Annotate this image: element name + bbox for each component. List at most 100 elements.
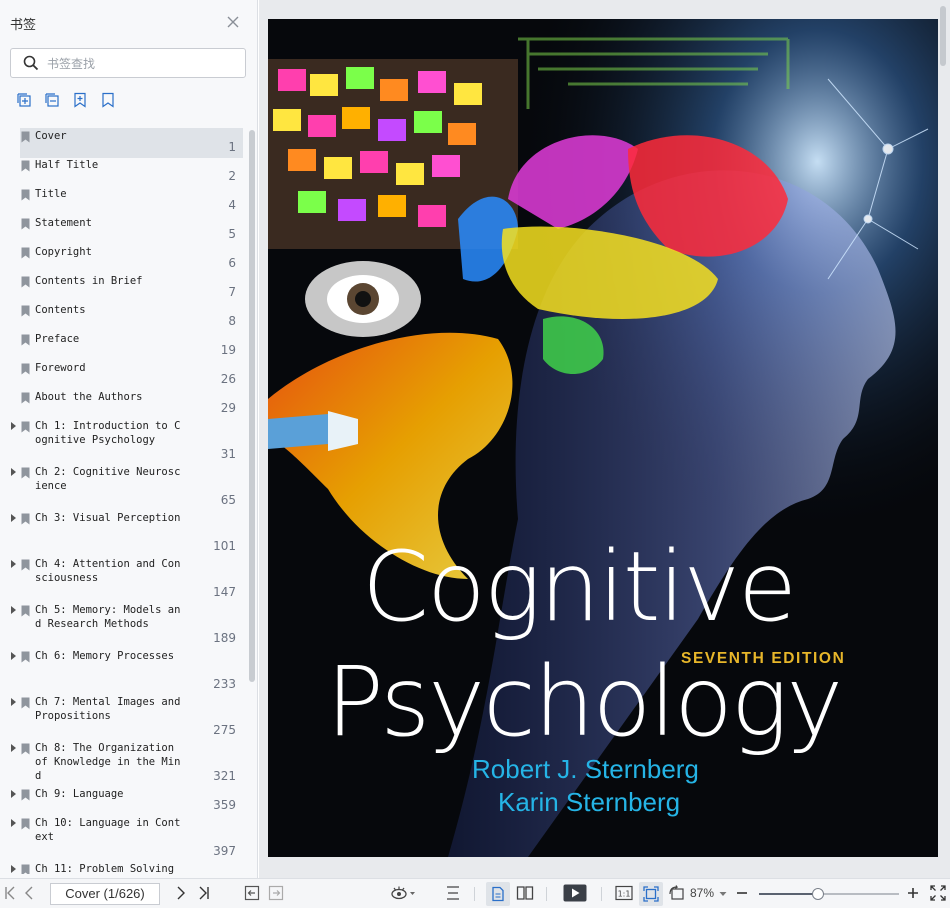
expand-arrow-icon[interactable] [11,560,16,568]
bookmark-item[interactable]: Ch 3: Visual Perception 101 [0,510,244,556]
prev-page-icon[interactable] [24,885,34,901]
bookmark-flag-icon [21,467,30,479]
bookmark-flag-icon [21,363,30,375]
bookmark-page-number: 397 [213,844,236,858]
bookmark-item[interactable]: Ch 2: Cognitive Neuroscience 65 [0,464,244,510]
bookmark-item[interactable]: Copyright 6 [0,244,244,273]
bookmark-page-number: 101 [213,539,236,553]
bookmark-title: Preface [35,333,80,345]
bookmark-item[interactable]: Ch 1: Introduction to Cognitive Psycholo… [0,418,244,464]
bookmark-item[interactable]: Title 4 [0,186,244,215]
back-icon[interactable] [244,885,260,901]
bookmark-title: Ch 2: Cognitive Neuroscience [35,466,181,492]
toolbar-divider [546,887,547,901]
bookmark-title: Ch 6: Memory Processes [35,650,175,662]
cover-title-line1: Cognitive [362,531,797,643]
expand-arrow-icon[interactable] [11,819,16,827]
bookmark-title: Ch 3: Visual Perception [35,512,181,524]
bookmark-flag-icon [21,276,30,288]
expand-arrow-icon[interactable] [11,606,16,614]
zoom-slider-handle[interactable] [811,888,824,900]
expand-all-icon[interactable] [16,92,32,108]
bookmark-flag-icon [21,559,30,571]
bookmark-page-number: 26 [220,372,236,386]
forward-icon[interactable] [268,885,284,901]
expand-arrow-icon[interactable] [11,790,16,798]
expand-arrow-icon[interactable] [11,652,16,660]
bookmark-icon[interactable] [100,92,116,108]
toolbar-divider [474,887,475,901]
bookmark-item[interactable]: Ch 9: Language 359 [0,786,244,815]
first-page-icon[interactable] [4,885,16,901]
bookmark-toolbar [16,92,116,108]
bookmark-item[interactable]: Foreword 26 [0,360,244,389]
bookmark-flag-icon [21,305,30,317]
zoom-level[interactable]: 87% [690,886,714,900]
bookmark-page-number: 29 [220,401,236,415]
eye-care-icon[interactable] [390,885,416,901]
bookmark-item[interactable]: Contents 8 [0,302,244,331]
zoom-slider[interactable] [759,888,899,900]
bookmark-item[interactable]: Ch 11: Problem Solving and Creativity429 [0,861,244,874]
expand-arrow-icon[interactable] [11,744,16,752]
status-toolbar: Cover (1/626) 1:1 87% [0,878,950,908]
chevron-down-icon[interactable] [719,891,727,897]
bookmark-page-number: 147 [213,585,236,599]
two-page-icon[interactable] [516,885,534,901]
bookmark-search-input[interactable] [47,54,237,73]
bookmark-page-number: 31 [220,447,236,461]
bookmark-flag-icon [21,334,30,346]
expand-arrow-icon[interactable] [11,422,16,430]
zoom-out-icon[interactable] [735,885,749,901]
bookmark-item[interactable]: Ch 5: Memory: Models and Research Method… [0,602,244,648]
book-cover-page: Cognitive SEVENTH EDITION Psychology Rob… [268,19,938,857]
bookmark-item[interactable]: Ch 4: Attention and Consciousness 147 [0,556,244,602]
page-indicator[interactable]: Cover (1/626) [50,883,160,905]
add-bookmark-icon[interactable] [72,92,88,108]
bookmark-title: Half Title [35,159,99,171]
bookmark-item[interactable]: Statement 5 [0,215,244,244]
bookmark-page-number: 321 [213,769,236,783]
next-page-icon[interactable] [176,885,186,901]
bookmark-item[interactable]: Ch 7: Mental Images and Propositions 275 [0,694,244,740]
bookmark-page-number: 1 [228,140,236,154]
bookmark-item[interactable]: Half Title 2 [0,157,244,186]
bookmark-item[interactable]: Ch 6: Memory Processes 233 [0,648,244,694]
bookmark-page-number: 233 [213,677,236,691]
fullscreen-icon[interactable] [930,885,946,901]
bookmarks-panel: 书签 书签查找 Cover 1 Half Title 2 Title 4 Sta… [0,0,258,878]
fit-width-icon[interactable] [445,885,461,901]
expand-arrow-icon[interactable] [11,698,16,706]
document-viewport: Cognitive SEVENTH EDITION Psychology Rob… [259,0,950,878]
bookmark-flag-icon [21,818,30,830]
bookmark-page-number: 189 [213,631,236,645]
last-page-icon[interactable] [198,885,210,901]
expand-arrow-icon[interactable] [11,514,16,522]
bookmark-item[interactable]: Ch 10: Language in Context 397 [0,815,244,861]
bookmark-item[interactable]: About the Authors 29 [0,389,244,418]
bookmark-flag-icon [21,131,30,143]
single-page-button[interactable] [486,882,510,906]
bookmark-item[interactable]: Contents in Brief 7 [0,273,244,302]
bookmark-item[interactable]: Cover 1 [0,128,244,158]
fit-page-button[interactable] [639,882,663,906]
slideshow-icon[interactable] [563,884,587,902]
bookmark-title: Ch 5: Memory: Models and Research Method… [35,604,181,630]
bookmark-page-number: 8 [228,314,236,328]
collapse-all-icon[interactable] [44,92,60,108]
bookmark-flag-icon [21,247,30,259]
actual-size-icon[interactable]: 1:1 [615,885,633,901]
expand-arrow-icon[interactable] [11,468,16,476]
expand-arrow-icon[interactable] [11,865,16,873]
bookmark-item[interactable]: Ch 8: The Organization of Knowledge in t… [0,740,244,786]
bookmark-flag-icon [21,189,30,201]
bookmark-flag-icon [21,218,30,230]
close-icon[interactable] [225,14,241,30]
cover-title-line2: Psychology [326,646,843,758]
sidebar-scrollbar[interactable] [249,130,255,682]
bookmark-page-number: 19 [220,343,236,357]
zoom-in-icon[interactable] [906,885,920,901]
document-scrollbar[interactable] [940,6,946,66]
rotate-icon[interactable] [668,885,686,901]
bookmark-item[interactable]: Preface 19 [0,331,244,360]
